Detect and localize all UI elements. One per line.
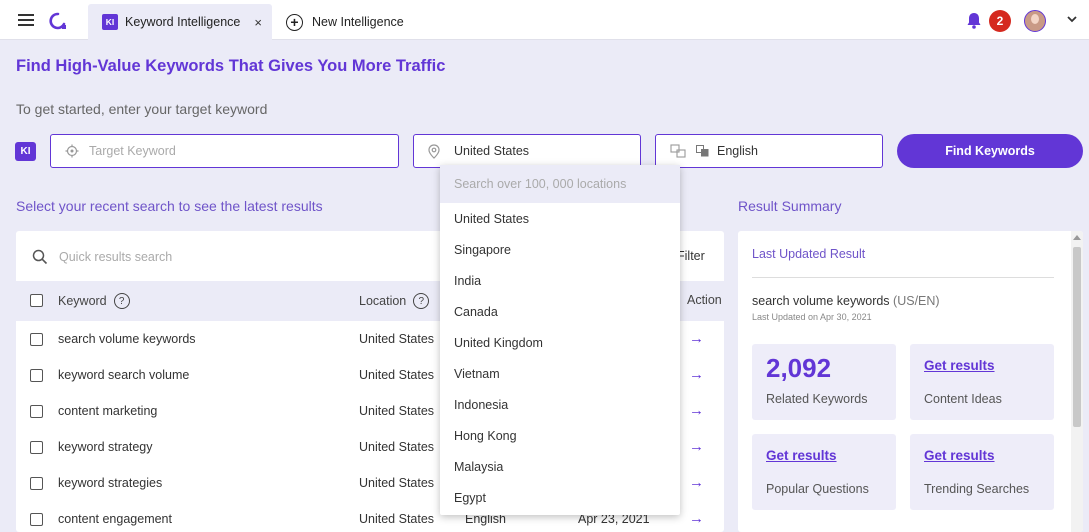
arrow-right-icon[interactable]: → bbox=[689, 330, 704, 347]
location-option[interactable]: Vietnam bbox=[454, 367, 500, 381]
location-select[interactable]: United States bbox=[413, 134, 641, 168]
location-option[interactable]: Egypt bbox=[454, 491, 486, 505]
get-results-link[interactable]: Get results bbox=[924, 358, 995, 373]
target-icon bbox=[65, 144, 79, 158]
avatar[interactable] bbox=[1024, 10, 1046, 32]
arrow-right-icon[interactable]: → bbox=[689, 474, 704, 491]
trending-searches-tile: Get results Trending Searches bbox=[910, 434, 1054, 510]
arrow-right-icon[interactable]: → bbox=[689, 510, 704, 527]
location-option[interactable]: Malaysia bbox=[454, 460, 503, 474]
row-checkbox[interactable] bbox=[30, 333, 43, 346]
row-checkbox[interactable] bbox=[30, 513, 43, 526]
tile-label: Related Keywords bbox=[766, 392, 868, 406]
location-option[interactable]: Hong Kong bbox=[454, 429, 517, 443]
column-keyword[interactable]: Keyword ? bbox=[58, 293, 130, 309]
close-icon[interactable]: × bbox=[254, 15, 262, 30]
translate-icon bbox=[670, 144, 686, 158]
tab-label: Keyword Intelligence bbox=[125, 15, 241, 29]
row-keyword: content engagement bbox=[58, 512, 172, 526]
location-option[interactable]: Canada bbox=[454, 305, 498, 319]
page-subtitle: To get started, enter your target keywor… bbox=[16, 101, 268, 117]
tile-label: Trending Searches bbox=[924, 482, 1030, 496]
divider bbox=[752, 277, 1054, 278]
quick-search-placeholder: Quick results search bbox=[59, 250, 173, 264]
result-summary-panel: Last Updated Result search volume keywor… bbox=[738, 231, 1083, 532]
column-location[interactable]: Location ? bbox=[359, 293, 430, 309]
location-option[interactable]: Indonesia bbox=[454, 398, 508, 412]
summary-scrollbar[interactable] bbox=[1071, 231, 1083, 532]
target-keyword-input[interactable] bbox=[89, 144, 369, 158]
tile-label: Content Ideas bbox=[924, 392, 1002, 406]
row-location: United States bbox=[359, 476, 435, 490]
tab-new-intelligence[interactable]: + New Intelligence bbox=[286, 4, 404, 40]
language-value: English bbox=[717, 144, 758, 158]
search-icon bbox=[32, 249, 48, 265]
menu-icon[interactable] bbox=[18, 14, 34, 26]
row-checkbox[interactable] bbox=[30, 369, 43, 382]
notification-badge[interactable]: 2 bbox=[989, 10, 1011, 32]
arrow-right-icon[interactable]: → bbox=[689, 438, 704, 455]
location-option[interactable]: Singapore bbox=[454, 243, 511, 257]
location-option[interactable]: United States bbox=[454, 212, 529, 226]
select-all-checkbox[interactable] bbox=[30, 294, 43, 307]
tile-label: Popular Questions bbox=[766, 482, 869, 496]
tab-label: New Intelligence bbox=[312, 15, 404, 29]
row-location: United States bbox=[359, 404, 435, 418]
ki-badge: KI bbox=[102, 14, 118, 30]
column-action: Action bbox=[687, 293, 722, 307]
summary-locale: (US/EN) bbox=[893, 294, 940, 308]
result-summary-title: Result Summary bbox=[738, 198, 842, 214]
row-checkbox[interactable] bbox=[30, 441, 43, 454]
tab-keyword-intelligence[interactable]: KI Keyword Intelligence × bbox=[88, 4, 272, 40]
page-title: Find High-Value Keywords That Gives You … bbox=[16, 57, 446, 75]
row-keyword: keyword strategies bbox=[58, 476, 163, 490]
language-icon bbox=[696, 145, 709, 157]
ki-badge: KI bbox=[15, 142, 36, 161]
related-keywords-count: 2,092 bbox=[766, 353, 832, 383]
quick-search-input[interactable]: Quick results search bbox=[32, 249, 172, 265]
location-pin-icon bbox=[428, 143, 440, 159]
location-option[interactable]: India bbox=[454, 274, 481, 288]
row-keyword: keyword search volume bbox=[58, 368, 190, 382]
scroll-thumb[interactable] bbox=[1073, 247, 1081, 427]
chevron-down-icon[interactable] bbox=[1066, 14, 1078, 24]
plus-circle-icon: + bbox=[286, 13, 303, 31]
arrow-right-icon[interactable]: → bbox=[689, 366, 704, 383]
row-keyword: keyword strategy bbox=[58, 440, 153, 454]
app-logo-icon[interactable] bbox=[48, 11, 68, 31]
location-value: United States bbox=[454, 144, 530, 158]
popular-questions-tile: Get results Popular Questions bbox=[752, 434, 896, 510]
location-option[interactable]: United Kingdom bbox=[454, 336, 543, 350]
row-location: United States bbox=[359, 512, 435, 526]
row-checkbox[interactable] bbox=[30, 405, 43, 418]
row-location: United States bbox=[359, 440, 435, 454]
row-checkbox[interactable] bbox=[30, 477, 43, 490]
location-dropdown: Search over 100, 000 locations United St… bbox=[440, 165, 680, 515]
row-keyword: search volume keywords bbox=[58, 332, 196, 346]
related-keywords-tile[interactable]: 2,092 Related Keywords bbox=[752, 344, 896, 420]
help-icon[interactable]: ? bbox=[113, 293, 130, 309]
top-bar: KI Keyword Intelligence × + New Intellig… bbox=[0, 0, 1089, 40]
language-select[interactable]: English bbox=[655, 134, 883, 168]
summary-updated: Last Updated on Apr 30, 2021 bbox=[752, 312, 872, 322]
row-location: United States bbox=[359, 332, 435, 346]
row-location: United States bbox=[359, 368, 435, 382]
get-results-link[interactable]: Get results bbox=[924, 448, 995, 463]
help-icon[interactable]: ? bbox=[413, 293, 430, 309]
filter-button[interactable]: Filter bbox=[677, 249, 705, 263]
find-keywords-button[interactable]: Find Keywords bbox=[897, 134, 1083, 168]
recent-search-title: Select your recent search to see the lat… bbox=[16, 198, 323, 214]
row-keyword: content marketing bbox=[58, 404, 158, 418]
bell-icon[interactable] bbox=[966, 12, 982, 29]
scroll-up-icon[interactable] bbox=[1073, 235, 1081, 240]
location-search-input[interactable]: Search over 100, 000 locations bbox=[440, 165, 680, 203]
target-keyword-field[interactable] bbox=[50, 134, 399, 168]
content-ideas-tile: Get results Content Ideas bbox=[910, 344, 1054, 420]
last-updated-title: Last Updated Result bbox=[752, 247, 866, 261]
arrow-right-icon[interactable]: → bbox=[689, 402, 704, 419]
summary-keyword: search volume keywords (US/EN) bbox=[752, 294, 940, 308]
get-results-link[interactable]: Get results bbox=[766, 448, 837, 463]
